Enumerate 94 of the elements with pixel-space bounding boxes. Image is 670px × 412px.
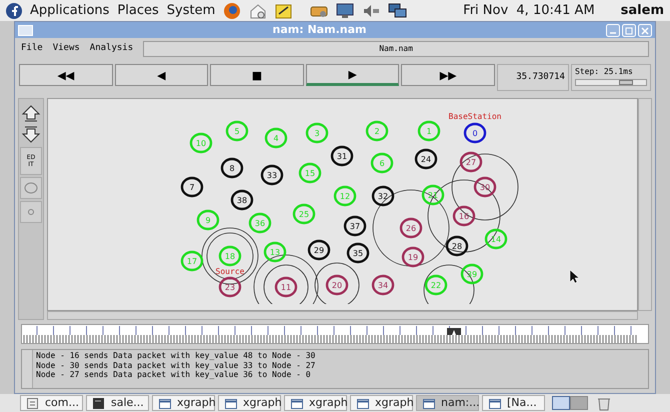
network-node: 36	[248, 212, 272, 234]
network-node: 11	[274, 276, 298, 298]
network-node: 37	[344, 216, 366, 236]
playback-button[interactable]: ◀	[114, 64, 208, 86]
cursor-icon	[569, 269, 581, 284]
window-icon	[290, 396, 304, 410]
node-label: BaseStation	[448, 113, 502, 121]
network-node: 4	[264, 128, 288, 148]
user-name[interactable]: salem	[620, 0, 664, 20]
range-circle	[452, 154, 518, 220]
panel-menu[interactable]: Applications	[30, 0, 110, 20]
taskbar-button[interactable]: xgraph	[284, 395, 347, 411]
notepad-icon[interactable]	[275, 2, 294, 20]
network-node: 18	[218, 246, 242, 266]
network-node: 31	[330, 146, 354, 166]
log-line: Node - 27 sends Data packet with key_value 36 to Node - 0	[36, 370, 312, 380]
menu-item[interactable]: Views	[52, 42, 80, 56]
network-node: 24	[414, 148, 438, 170]
playback-button[interactable]: ▶▶	[401, 64, 495, 86]
panel-menu[interactable]: System	[166, 0, 216, 20]
taskbar-button[interactable]: xgraph	[350, 395, 413, 411]
network-node: 6	[370, 152, 394, 174]
network-node: 23	[218, 276, 242, 298]
window-icon	[158, 396, 172, 410]
network-node: 38	[230, 190, 254, 210]
vertical-scrollbar[interactable]	[638, 98, 652, 311]
network-node: 13	[264, 242, 286, 262]
step-label: Step: 25.1ms	[574, 66, 634, 77]
menu-item[interactable]: File	[21, 42, 43, 56]
network-node: 27	[460, 152, 482, 172]
zoom-in-icon[interactable]	[20, 103, 42, 123]
panel-menu[interactable]: Places	[117, 0, 159, 20]
log-scrollbar[interactable]	[22, 350, 33, 388]
timeline-track[interactable]	[21, 324, 649, 344]
network-node: 1	[418, 120, 440, 142]
network-icon[interactable]	[388, 2, 408, 20]
playback-button[interactable]: ▶	[306, 64, 400, 86]
network-node: 22	[424, 274, 448, 296]
file-name-field: Nam.nam	[143, 41, 649, 57]
network-node: 25	[292, 204, 316, 224]
network-node: 15	[298, 162, 322, 184]
taskbar-button[interactable]: sale...	[86, 395, 149, 411]
monitor-icon[interactable]	[336, 2, 354, 20]
window-icon	[356, 396, 370, 410]
window-icon	[488, 396, 502, 410]
network-node: 12	[334, 186, 356, 206]
node-tool-icon[interactable]	[20, 201, 42, 223]
taskbar-button[interactable]: xgraph	[152, 395, 215, 411]
window-title: nam: Nam.nam	[272, 22, 366, 38]
menu-item[interactable]: Analysis	[90, 42, 134, 56]
mail-icon[interactable]	[249, 2, 268, 20]
network-node: 34	[372, 274, 394, 296]
network-node: 17	[180, 250, 204, 272]
network-node: 3	[306, 122, 328, 144]
network-node: 32	[372, 186, 394, 206]
taskbar-button[interactable]: [Na...	[482, 395, 545, 411]
window-icon	[224, 396, 238, 410]
network-node: 9	[196, 210, 220, 230]
network-node: 29	[308, 240, 330, 260]
network-node: 7	[180, 176, 204, 198]
window-icon	[92, 396, 106, 410]
network-node: 26	[400, 218, 422, 238]
network-node: 5	[226, 120, 248, 142]
zoom-out-icon[interactable]	[20, 125, 42, 145]
playback-button[interactable]: ◀◀	[19, 64, 113, 86]
log-line: Node - 30 sends Data packet with key_value 33 to Node - 27	[36, 360, 316, 370]
horizontal-scrollbar[interactable]	[47, 311, 638, 320]
taskbar-button[interactable]: xgraph	[218, 395, 281, 411]
window-icon	[26, 396, 40, 410]
workspace-switcher-icon[interactable]	[552, 396, 588, 410]
network-node: 19	[402, 246, 424, 268]
taskbar-button[interactable]: com...	[20, 395, 83, 411]
network-node: 28	[446, 236, 468, 256]
network-node: 20	[326, 274, 348, 296]
log-line: Node - 16 sends Data packet with key_value 48 to Node - 30	[36, 351, 316, 360]
network-node: 39	[460, 264, 484, 284]
node-label: Source	[216, 268, 244, 276]
step-slider[interactable]	[574, 79, 647, 86]
network-node: 2	[366, 120, 388, 142]
network-node: 10	[190, 132, 212, 154]
window-icon	[422, 396, 436, 410]
time-display: 35.730714	[496, 64, 569, 91]
network-node: 14	[484, 228, 508, 250]
taskbar-button[interactable]: nam:...	[416, 395, 479, 411]
network-node: 0	[464, 122, 486, 144]
network-node: 35	[346, 242, 370, 264]
clock[interactable]: Fri Nov 4, 10:41 AM	[463, 0, 595, 20]
time-marker-icon[interactable]	[446, 328, 461, 335]
globe-icon[interactable]	[223, 2, 242, 20]
network-node: 8	[220, 158, 244, 178]
fedora-logo-icon[interactable]	[6, 2, 22, 18]
network-node: 33	[260, 164, 284, 186]
network-node: 16	[452, 206, 476, 226]
playback-button[interactable]: ■	[210, 64, 304, 86]
